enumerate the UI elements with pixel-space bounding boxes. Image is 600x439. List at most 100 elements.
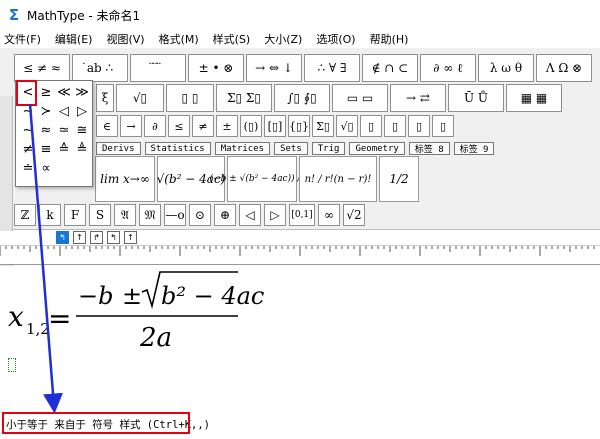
set-theory-palette-button[interactable]: ∉ ∩ ⊂: [362, 54, 418, 82]
align-relation-button[interactable]: ↰: [107, 231, 120, 244]
fences-palette-button[interactable]: ξ: [96, 84, 114, 112]
fractions-radicals-palette-button[interactable]: √▯: [116, 84, 164, 112]
proportional-symbol[interactable]: ∝: [37, 159, 55, 178]
relations-palette-button[interactable]: ≤ ≠ ≈: [14, 54, 70, 82]
superscript-button[interactable]: ▯: [360, 115, 382, 137]
partial-button[interactable]: ∂: [144, 115, 166, 137]
eq-minus-b: −b: [78, 282, 113, 310]
ruler[interactable]: [0, 245, 600, 265]
palette-triangle-right[interactable]: ▷: [264, 204, 286, 226]
insertion-cursor: [8, 358, 16, 372]
menu-style[interactable]: 样式(S): [209, 31, 255, 47]
tab-sets[interactable]: Sets: [274, 142, 308, 155]
plus-minus-button[interactable]: ±: [216, 115, 238, 137]
greater-equal-symbol[interactable]: ≥: [37, 83, 55, 102]
palette-k-symbol[interactable]: k: [39, 204, 61, 226]
tab-matrices[interactable]: Matrices: [214, 142, 271, 155]
sqrt-button[interactable]: √▯: [336, 115, 358, 137]
equation-canvas: x 1,2 = −b ± b² − 4ac 2a: [8, 271, 264, 353]
eq-lhs: x: [8, 300, 24, 333]
tilde-2-symbol[interactable]: ∼: [19, 121, 37, 140]
arrow-button[interactable]: →: [120, 115, 142, 137]
align-right-button[interactable]: ↱: [90, 231, 103, 244]
tab-statistics[interactable]: Statistics: [144, 142, 211, 155]
less-equal-button[interactable]: ≤: [168, 115, 190, 137]
palette-dash-circle[interactable]: —o: [164, 204, 186, 226]
palette-oplus[interactable]: ⊕: [214, 204, 236, 226]
template-limit[interactable]: lim x→∞: [95, 156, 155, 202]
arrows-palette-button[interactable]: → ⇔ ↓: [246, 54, 302, 82]
eq-plus-minus: ±: [122, 282, 142, 310]
menu-format[interactable]: 格式(M): [155, 31, 203, 47]
palette-fraktur-m[interactable]: 𝔐: [139, 204, 161, 226]
palette-sqrt2[interactable]: √2: [343, 204, 365, 226]
palette-triangle-left[interactable]: ◁: [239, 204, 261, 226]
palette-integers-symbol[interactable]: ℤ: [14, 204, 36, 226]
equiv-symbol[interactable]: ≡: [37, 140, 55, 159]
approx-symbol[interactable]: ≈: [37, 121, 55, 140]
spaces-ellipses-palette-button[interactable]: ̇ab ∴: [72, 54, 128, 82]
right-triangle-symbol[interactable]: ▷: [73, 102, 91, 121]
element-of-button[interactable]: ∈: [96, 115, 118, 137]
greek-lower-palette-button[interactable]: λ ω θ: [478, 54, 534, 82]
palette-f-symbol[interactable]: F: [64, 204, 86, 226]
braces-button[interactable]: {▯}: [288, 115, 310, 137]
template-fraction[interactable]: 1/2: [379, 156, 419, 202]
much-greater-symbol[interactable]: ≫: [73, 83, 91, 102]
palette-fraktur-a[interactable]: 𝔄: [114, 204, 136, 226]
wedgeq-symbol[interactable]: ≙: [55, 140, 73, 159]
tab-trig[interactable]: Trig: [311, 142, 346, 155]
parentheses-button[interactable]: (▯): [240, 115, 262, 137]
menu-edit[interactable]: 编辑(E): [51, 31, 97, 47]
menu-size[interactable]: 大小(Z): [260, 31, 306, 47]
misc-symbols-palette-button[interactable]: ∂ ∞ ℓ: [420, 54, 476, 82]
bars-palette-button[interactable]: ▭ ▭: [332, 84, 388, 112]
triangleq-symbol[interactable]: ≜: [73, 140, 91, 159]
not-equal-symbol[interactable]: ≠: [19, 140, 37, 159]
menu-help[interactable]: 帮助(H): [366, 31, 413, 47]
not-equal-button[interactable]: ≠: [192, 115, 214, 137]
congruent-symbol[interactable]: ≅: [73, 121, 91, 140]
window-title: MathType - 未命名1: [27, 8, 141, 23]
left-triangle-symbol[interactable]: ◁: [55, 102, 73, 121]
matrices-palette-button[interactable]: ▦ ▦: [506, 84, 562, 112]
menu-file[interactable]: 文件(F): [0, 31, 45, 47]
palette-s-symbol[interactable]: S: [89, 204, 111, 226]
operators-palette-button[interactable]: ± • ⊗: [188, 54, 244, 82]
align-left-button[interactable]: ↰: [56, 231, 69, 244]
tab-derivs[interactable]: Derivs: [96, 142, 141, 155]
tab-geometry[interactable]: Geometry: [349, 142, 405, 155]
products-palette-button[interactable]: Ū Ů: [448, 84, 504, 112]
palette-odot[interactable]: ⊙: [189, 204, 211, 226]
subsup-button[interactable]: ▯: [408, 115, 430, 137]
tab-label-9[interactable]: 标签 9: [453, 142, 495, 155]
integrals-palette-button[interactable]: ∫▯ ∮▯: [274, 84, 330, 112]
succeeds-symbol[interactable]: ≻: [37, 102, 55, 121]
template-combination[interactable]: n! / r!(n − r)!: [299, 156, 377, 202]
logic-palette-button[interactable]: ∴ ∀ ∃: [304, 54, 360, 82]
greek-upper-palette-button[interactable]: Λ Ω ⊗: [536, 54, 592, 82]
subscript-button[interactable]: ▯: [384, 115, 406, 137]
doteq-symbol[interactable]: ≐: [19, 159, 37, 178]
alignment-buttons-row: ↰ ↑ ↱ ↰ ↑: [0, 231, 600, 245]
labeled-arrows-palette-button[interactable]: → ⇄: [390, 84, 446, 112]
matrix-button[interactable]: ▯: [432, 115, 454, 137]
scripts-palette-button[interactable]: ▯ ▯: [166, 84, 214, 112]
summation-button[interactable]: Σ▯: [312, 115, 334, 137]
much-less-symbol[interactable]: ≪: [55, 83, 73, 102]
simeq-symbol[interactable]: ≃: [55, 121, 73, 140]
palette-infinity[interactable]: ∞: [318, 204, 340, 226]
equation-editor[interactable]: x 1,2 = −b ± b² − 4ac 2a: [0, 266, 600, 410]
embellishments-palette-button[interactable]: ̈ ̈ ̈: [130, 54, 186, 82]
align-center-button[interactable]: ↑: [73, 231, 86, 244]
eq-subscript: 1,2: [26, 320, 50, 338]
menu-options[interactable]: 选项(O): [312, 31, 359, 47]
brackets-button[interactable]: [▯]: [264, 115, 286, 137]
summations-palette-button[interactable]: Σ▯ Σ▯: [216, 84, 272, 112]
align-decimal-button[interactable]: ↑: [124, 231, 137, 244]
tab-label-8[interactable]: 标签 8: [408, 142, 450, 155]
template-quadratic[interactable]: (−b ± √(b² − 4ac)) / 2a: [210, 156, 314, 202]
menu-view[interactable]: 视图(V): [102, 31, 148, 47]
title-bar: Σ MathType - 未命名1: [0, 0, 600, 30]
palette-interval[interactable]: [0,1]: [289, 204, 315, 226]
